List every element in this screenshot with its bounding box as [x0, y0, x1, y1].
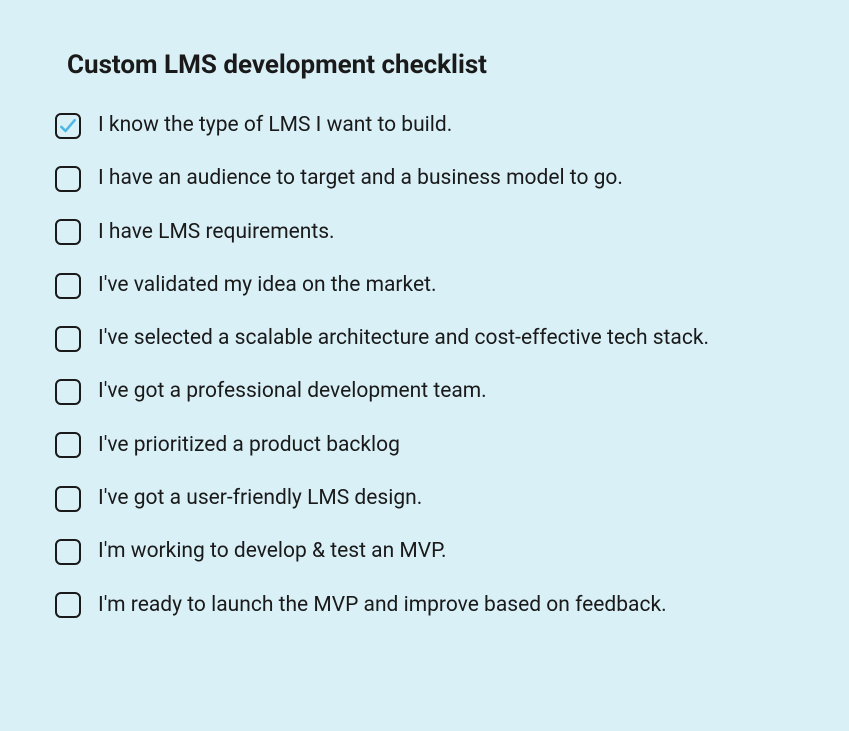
checkbox[interactable] [55, 166, 81, 192]
checkbox[interactable] [55, 539, 81, 565]
checklist-item: I've prioritized a product backlog [55, 432, 794, 459]
checklist-item-label: I know the type of LMS I want to build. [98, 112, 452, 139]
checklist-item: I've validated my idea on the market. [55, 272, 794, 299]
checklist-item: I have an audience to target and a busin… [55, 165, 794, 192]
checklist-item-label: I'm working to develop & test an MVP. [98, 538, 447, 565]
checklist-item-label: I've selected a scalable architecture an… [98, 325, 709, 352]
checklist-item: I'm ready to launch the MVP and improve … [55, 592, 794, 619]
checkmark-icon [58, 116, 78, 136]
checkbox[interactable] [55, 326, 81, 352]
checkbox[interactable] [55, 379, 81, 405]
checklist-item: I've got a professional development team… [55, 378, 794, 405]
checkbox[interactable] [55, 273, 81, 299]
checkbox[interactable] [55, 113, 81, 139]
checkbox[interactable] [55, 219, 81, 245]
checklist-item-label: I have an audience to target and a busin… [98, 165, 623, 192]
checklist-title: Custom LMS development checklist [55, 50, 794, 80]
checklist-item-label: I have LMS requirements. [98, 219, 335, 246]
checklist-item: I've got a user-friendly LMS design. [55, 485, 794, 512]
checklist-item-label: I've got a user-friendly LMS design. [98, 485, 422, 512]
checklist-item: I'm working to develop & test an MVP. [55, 538, 794, 565]
checklist-item-label: I'm ready to launch the MVP and improve … [98, 592, 667, 619]
checkbox[interactable] [55, 592, 81, 618]
checkbox[interactable] [55, 432, 81, 458]
checklist-item-label: I've validated my idea on the market. [98, 272, 437, 299]
checkbox[interactable] [55, 486, 81, 512]
checklist-item-label: I've got a professional development team… [98, 378, 487, 405]
checklist-item: I have LMS requirements. [55, 219, 794, 246]
checklist-item-label: I've prioritized a product backlog [98, 432, 400, 459]
checklist-item: I've selected a scalable architecture an… [55, 325, 794, 352]
checklist-container: I know the type of LMS I want to build. I… [55, 112, 794, 619]
checklist-item: I know the type of LMS I want to build. [55, 112, 794, 139]
